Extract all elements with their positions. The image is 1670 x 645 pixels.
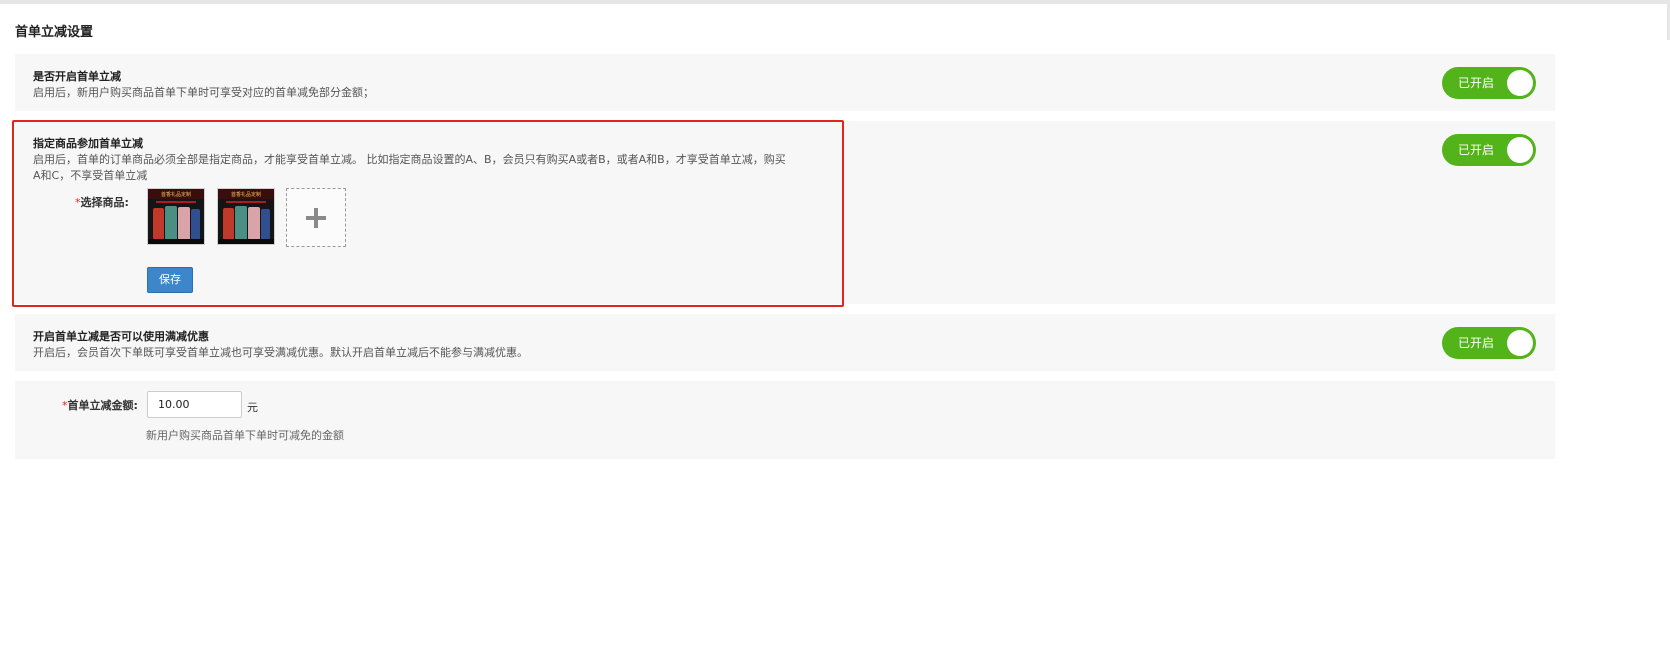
discount-amount-panel: *首单立减金额: 元 新用户购买商品首单下单时可减免的金额	[15, 381, 1555, 459]
toggle-label: 已开启	[1458, 336, 1495, 350]
top-divider	[0, 0, 1670, 4]
enable-first-order-toggle[interactable]: 已开启	[1442, 67, 1536, 99]
discount-amount-label: *首单立减金额:	[62, 397, 138, 413]
enable-first-order-desc: 启用后，新用户购买商品首单下单时可享受对应的首单减免部分金额；	[33, 86, 374, 99]
full-reduction-title: 开启首单立减是否可以使用满减优惠	[33, 330, 209, 343]
toggle-knob	[1507, 137, 1533, 163]
toggle-label: 已开启	[1458, 76, 1495, 90]
enable-first-order-panel: 是否开启首单立减 启用后，新用户购买商品首单下单时可享受对应的首单减免部分金额；…	[15, 54, 1555, 111]
currency-unit: 元	[247, 401, 258, 414]
discount-amount-label-text: 首单立减金额:	[67, 399, 138, 412]
full-reduction-desc: 开启后，会员首次下单既可享受首单立减也可享受满减优惠。默认开启首单立减后不能参与…	[33, 346, 528, 359]
toggle-knob	[1507, 330, 1533, 356]
full-reduction-panel: 开启首单立减是否可以使用满减优惠 开启后，会员首次下单既可享受首单立减也可享受满…	[15, 314, 1555, 371]
discount-amount-input[interactable]	[147, 391, 242, 418]
toggle-label: 已开启	[1458, 143, 1495, 157]
page-title: 首单立减设置	[15, 25, 94, 40]
toggle-knob	[1507, 70, 1533, 96]
full-reduction-toggle[interactable]: 已开启	[1442, 327, 1536, 359]
enable-first-order-title: 是否开启首单立减	[33, 70, 121, 83]
discount-amount-hint: 新用户购买商品首单下单时可减免的金额	[146, 429, 344, 442]
designated-products-toggle[interactable]: 已开启	[1442, 134, 1536, 166]
highlight-annotation-box	[12, 120, 844, 307]
